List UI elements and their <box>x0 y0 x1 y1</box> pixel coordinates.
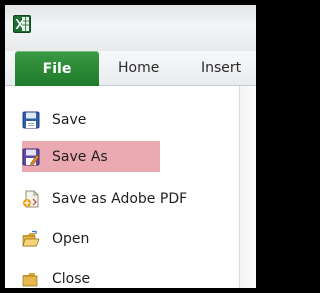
tab-insert[interactable]: Insert <box>201 51 241 85</box>
menu-item-save-as-adobe-pdf[interactable]: Save as Adobe PDF <box>22 184 187 214</box>
save-as-icon <box>22 148 40 166</box>
tab-insert-label: Insert <box>201 60 242 76</box>
ribbon-tab-bar: File Home Insert <box>5 51 256 86</box>
menu-divider <box>239 86 240 288</box>
title-bar <box>5 5 256 51</box>
excel-icon[interactable] <box>13 15 31 33</box>
excel-window: File Home Insert Save Save As Save as Ad… <box>5 5 256 288</box>
open-folder-icon <box>22 230 40 247</box>
backstage-panel-edge <box>240 86 256 288</box>
tab-home-label: Home <box>118 60 160 76</box>
tab-file-label: File <box>42 60 72 77</box>
menu-item-save-as-adobe-pdf-label: Save as Adobe PDF <box>52 191 188 207</box>
menu-item-save-label: Save <box>52 112 87 128</box>
menu-item-open-label: Open <box>52 231 90 247</box>
floppy-disk-icon <box>22 111 40 129</box>
menu-item-close-label: Close <box>52 271 91 287</box>
menu-item-open[interactable]: Open <box>22 224 89 254</box>
tab-home[interactable]: Home <box>118 51 159 85</box>
file-menu: Save Save As Save as Adobe PDF Open Clos… <box>5 86 256 288</box>
menu-item-close[interactable]: Close <box>22 264 90 288</box>
menu-item-save[interactable]: Save <box>22 105 86 135</box>
close-folder-icon <box>22 273 38 287</box>
menu-item-save-as-label: Save As <box>52 149 108 165</box>
tab-file[interactable]: File <box>15 51 99 86</box>
adobe-pdf-icon <box>23 190 39 208</box>
menu-item-save-as[interactable]: Save As <box>22 142 160 172</box>
